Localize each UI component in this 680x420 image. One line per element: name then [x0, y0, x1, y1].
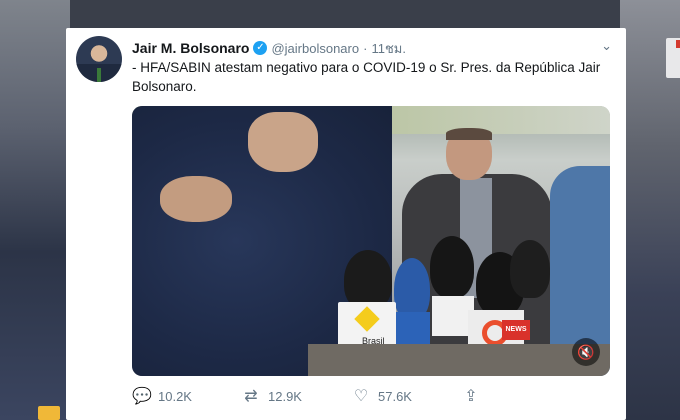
channel-logo — [666, 38, 680, 78]
separator-dot: · — [363, 40, 368, 56]
retweet-icon: ⇄ — [244, 388, 258, 405]
verified-badge-icon: ✓ — [253, 41, 268, 55]
speaker-muted-icon[interactable]: 🔇 — [572, 338, 600, 366]
tweet-timestamp[interactable]: 11ชม. — [371, 38, 406, 59]
heart-icon: ♡ — [353, 388, 369, 405]
microphone — [510, 240, 550, 298]
retweet-button[interactable]: ⇄ 12.9K — [242, 386, 352, 406]
microphone — [344, 250, 392, 310]
podium — [308, 344, 610, 376]
like-button[interactable]: ♡ 57.6K — [352, 386, 462, 406]
tv-background-left — [0, 0, 70, 420]
reply-icon: 💬 — [132, 388, 152, 405]
share-button[interactable]: ⇪ — [462, 386, 502, 406]
tweet-video[interactable]: Brasil NEWS 🔇 — [132, 106, 610, 376]
reply-count: 10.2K — [158, 388, 192, 404]
author-name[interactable]: Jair M. Bolsonaro — [132, 40, 249, 56]
share-icon: ⇪ — [464, 388, 478, 405]
tweet-actions: 💬 10.2K ⇄ 12.9K ♡ 57.6K ⇪ — [132, 384, 552, 408]
tv-ticker-tab — [38, 406, 60, 420]
author-handle[interactable]: @jairbolsonaro — [271, 41, 359, 56]
chevron-down-icon[interactable]: ⌄ — [601, 38, 612, 54]
tweet-card: Jair M. Bolsonaro ✓ @jairbolsonaro · 11ช… — [66, 28, 626, 420]
mic-flag-news: NEWS — [502, 320, 530, 340]
like-count: 57.6K — [378, 388, 412, 404]
reply-button[interactable]: 💬 10.2K — [132, 386, 242, 406]
tweet-header: Jair M. Bolsonaro ✓ @jairbolsonaro · 11ช… — [132, 38, 612, 58]
tweet-text: - HFA/SABIN atestam negativo para o COVI… — [132, 60, 601, 94]
microphone — [394, 258, 430, 320]
retweet-count: 12.9K — [268, 388, 302, 404]
microphone — [430, 236, 474, 298]
avatar[interactable] — [76, 36, 122, 82]
